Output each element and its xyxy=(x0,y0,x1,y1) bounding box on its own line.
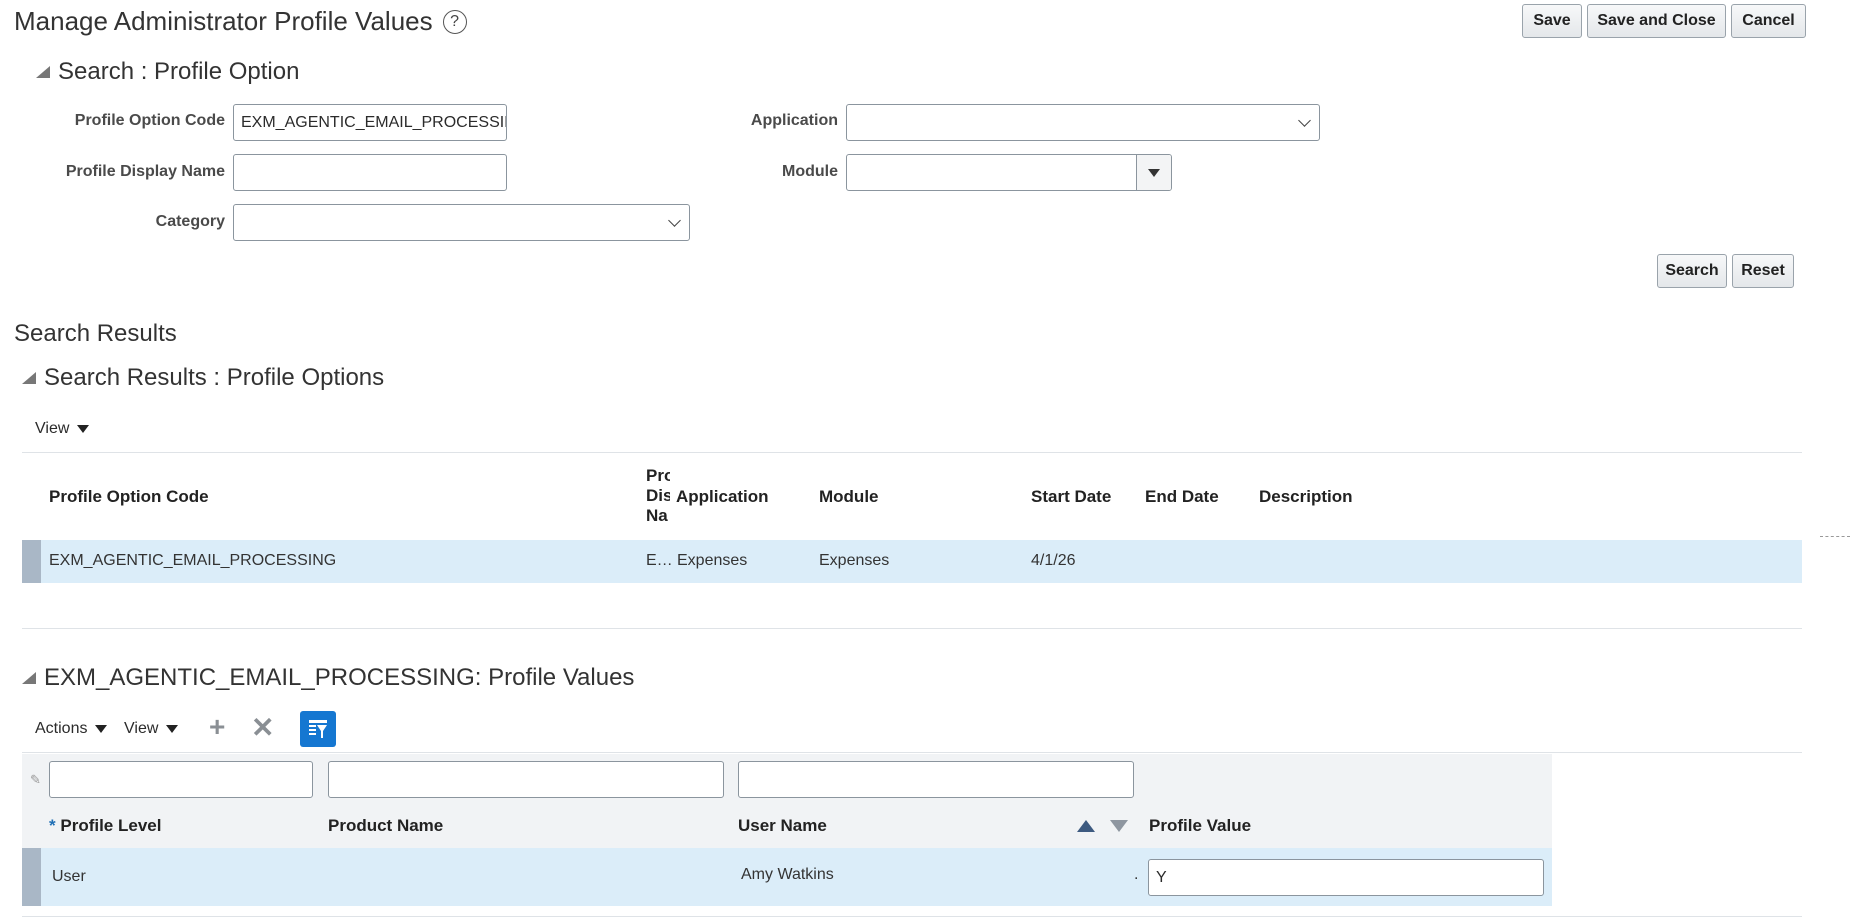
profile-display-name-input[interactable] xyxy=(233,154,507,191)
cell-user-name: Amy Watkins xyxy=(741,866,834,883)
col-application[interactable]: Application xyxy=(676,487,769,507)
required-mark: * xyxy=(49,816,56,835)
dashed-marker xyxy=(1820,536,1850,537)
actions-menu-label: Actions xyxy=(35,720,88,737)
values-section-title: EXM_AGENTIC_EMAIL_PROCESSING: Profile Va… xyxy=(44,664,635,691)
results-section-title: Search Results : Profile Options xyxy=(44,364,385,391)
collapse-triangle-icon xyxy=(22,672,36,684)
module-label: Module xyxy=(782,163,838,180)
col-display-name-line3: Na xyxy=(646,506,668,525)
cell-start-date: 4/1/26 xyxy=(1031,552,1076,569)
collapse-triangle-icon xyxy=(22,372,36,384)
col-profile-level-label: Profile Level xyxy=(60,816,162,835)
cell-application: Expenses xyxy=(677,552,748,569)
col-profile-value[interactable]: Profile Value xyxy=(1149,816,1251,836)
col-module[interactable]: Module xyxy=(819,487,879,507)
row-selector[interactable] xyxy=(22,540,41,583)
chevron-down-icon xyxy=(1298,114,1311,127)
application-select[interactable] xyxy=(846,104,1320,141)
search-section-title: Search : Profile Option xyxy=(58,58,300,85)
delete-icon[interactable]: ✕ xyxy=(251,711,274,744)
dropdown-arrow-icon xyxy=(77,424,90,433)
sort-descending-icon[interactable] xyxy=(1110,820,1128,832)
save-and-close-button[interactable]: Save and Close xyxy=(1587,4,1726,38)
col-user-name[interactable]: User Name xyxy=(738,816,827,836)
search-button[interactable]: Search xyxy=(1657,254,1727,288)
col-product-name[interactable]: Product Name xyxy=(328,816,443,836)
col-profile-display-name[interactable]: Pro Dis Na xyxy=(646,466,670,526)
collapse-triangle-icon xyxy=(36,66,50,78)
dropdown-arrow-icon xyxy=(95,724,108,733)
cell-module: Expenses xyxy=(819,552,890,569)
view-menu-label: View xyxy=(124,720,159,737)
cell-profile-option-code: EXM_AGENTIC_EMAIL_PROCESSING xyxy=(49,552,337,569)
col-description[interactable]: Description xyxy=(1259,487,1353,507)
dropdown-arrow-icon[interactable] xyxy=(1136,155,1171,190)
profile-value-input[interactable]: Y xyxy=(1148,859,1544,896)
col-display-name-line1: Pro xyxy=(646,466,670,485)
reset-button[interactable]: Reset xyxy=(1732,254,1794,288)
page-title: Manage Administrator Profile Values xyxy=(14,6,433,36)
module-select[interactable] xyxy=(846,154,1172,191)
results-section-header[interactable]: Search Results : Profile Options xyxy=(22,364,384,392)
application-label: Application xyxy=(750,112,838,129)
search-results-heading: Search Results xyxy=(14,320,177,347)
divider xyxy=(22,916,1802,917)
col-profile-level[interactable]: * Profile Level xyxy=(49,816,161,836)
col-display-name-line2: Dis xyxy=(646,486,670,505)
chevron-down-icon xyxy=(668,214,681,227)
profile-option-code-input[interactable]: EXM_AGENTIC_EMAIL_PROCESSIN xyxy=(233,104,507,141)
category-select[interactable] xyxy=(233,204,690,241)
col-profile-option-code[interactable]: Profile Option Code xyxy=(49,487,209,507)
values-view-menu[interactable]: View xyxy=(124,720,179,738)
filter-profile-level-input[interactable] xyxy=(49,761,313,798)
profile-option-code-label: Profile Option Code xyxy=(74,112,225,129)
actions-menu[interactable]: Actions xyxy=(35,720,108,738)
cell-display-name: E… xyxy=(646,552,673,569)
filter-user-name-input[interactable] xyxy=(738,761,1134,798)
query-by-example-button[interactable] xyxy=(300,711,336,747)
col-end-date[interactable]: End Date xyxy=(1145,487,1219,507)
divider xyxy=(22,452,1802,453)
edit-pencil-icon: ✎ xyxy=(30,772,41,787)
filter-product-name-input[interactable] xyxy=(328,761,724,798)
cell-profile-level: User xyxy=(52,868,86,885)
cell-dot: . xyxy=(1134,866,1139,883)
row-selector[interactable] xyxy=(22,848,41,906)
add-icon[interactable]: + xyxy=(209,711,225,743)
sort-ascending-icon[interactable] xyxy=(1077,820,1095,832)
help-icon[interactable]: ? xyxy=(442,9,467,34)
results-view-menu[interactable]: View xyxy=(35,420,90,438)
view-menu-label: View xyxy=(35,420,70,437)
values-section-header[interactable]: EXM_AGENTIC_EMAIL_PROCESSING: Profile Va… xyxy=(22,664,634,692)
cancel-button[interactable]: Cancel xyxy=(1731,4,1806,38)
filter-icon xyxy=(309,720,327,738)
col-start-date[interactable]: Start Date xyxy=(1031,487,1111,507)
dropdown-arrow-icon xyxy=(166,724,179,733)
divider xyxy=(22,628,1802,629)
category-label: Category xyxy=(155,213,225,230)
page-title-bar: Manage Administrator Profile Values ? xyxy=(14,6,467,37)
divider xyxy=(22,752,1802,753)
profile-display-name-label: Profile Display Name xyxy=(65,163,225,180)
save-button[interactable]: Save xyxy=(1522,4,1582,38)
search-section-header[interactable]: Search : Profile Option xyxy=(36,58,299,86)
